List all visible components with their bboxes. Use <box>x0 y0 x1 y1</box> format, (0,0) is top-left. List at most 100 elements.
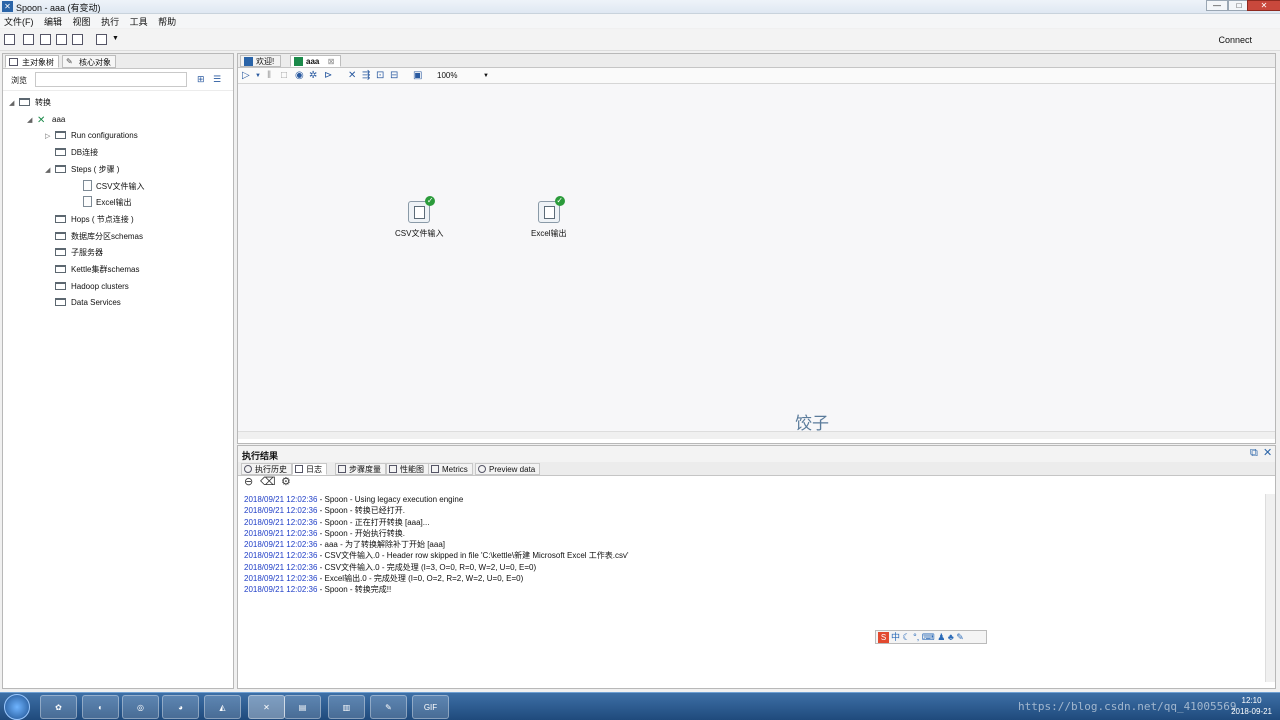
tree-node-run-configurations[interactable]: ▷ Run configurations <box>45 128 138 143</box>
explore-db-icon[interactable]: ⊟ <box>390 71 400 81</box>
explore-repository-icon[interactable] <box>40 34 51 45</box>
tab-label: 核心对象 <box>79 58 111 67</box>
menu-edit[interactable]: 编辑 <box>40 14 66 29</box>
expand-arrow-icon[interactable]: ◢ <box>27 113 37 128</box>
sql-icon[interactable]: ⊡ <box>376 71 386 81</box>
chrome-icon[interactable]: ◎ <box>122 695 159 719</box>
taskbar-app-icon[interactable]: ◐ <box>82 695 119 719</box>
vertical-scrollbar[interactable] <box>1265 494 1275 682</box>
preview-icon[interactable]: ◉ <box>295 71 305 81</box>
run-icon[interactable]: ▷ <box>242 71 252 81</box>
debug-icon[interactable]: ✲ <box>309 71 319 81</box>
tree-node-hops[interactable]: Hops ( 节点连接 ) <box>45 212 134 227</box>
menu-file[interactable]: 文件(F) <box>0 14 38 29</box>
expand-arrow-icon[interactable]: ▷ <box>45 129 55 144</box>
step-excel-output[interactable]: ✓ Excel输出 <box>531 196 567 239</box>
trash-icon[interactable]: ⌫ <box>260 477 276 488</box>
menu-run[interactable]: 执行 <box>97 14 123 29</box>
tree-node-slave-servers[interactable]: 子服务器 <box>45 245 103 260</box>
stop-icon[interactable]: □ <box>281 71 291 81</box>
minimize-button[interactable]: — <box>1206 0 1228 11</box>
pause-icon[interactable]: ‖ <box>267 71 277 81</box>
settings-icon[interactable]: ⚙ <box>281 477 292 488</box>
tree-node-hadoop-clusters[interactable]: Hadoop clusters <box>45 279 129 294</box>
tab-preview-data[interactable]: Preview data <box>475 463 541 475</box>
expand-arrow-icon[interactable]: ◢ <box>9 96 19 111</box>
tree-node-cluster-schemas[interactable]: Kettle集群schemas <box>45 262 139 277</box>
tab-main-tree[interactable]: 主对象树 <box>5 55 59 68</box>
taskbar-app-icon[interactable]: ◕ <box>162 695 199 719</box>
tab-aaa[interactable]: aaa ⊠ <box>290 55 342 67</box>
ime-keyboard-icon[interactable]: ⌨ <box>922 632 935 642</box>
log-line: 2018/09/21 12:02:36 - CSV文件输入.0 - Header… <box>244 550 629 561</box>
save-as-icon[interactable] <box>72 34 83 45</box>
ime-user-icon[interactable]: ♟ <box>937 632 945 642</box>
horizontal-scrollbar[interactable] <box>238 431 1275 439</box>
tree-node-transformations[interactable]: ◢ 转换 <box>9 95 51 110</box>
transformation-icon: ✕ <box>37 115 46 126</box>
close-button[interactable]: ✕ <box>1247 0 1280 11</box>
collapse-all-icon[interactable]: ☰ <box>213 74 221 85</box>
maximize-panel-icon[interactable]: ⧉ <box>1250 448 1261 459</box>
connect-button[interactable]: Connect <box>1218 35 1252 45</box>
expand-all-icon[interactable]: ⊞ <box>197 74 205 85</box>
zoom-select[interactable]: 100% ▼ <box>437 70 489 82</box>
tab-performance-graph[interactable]: 性能图 <box>386 463 429 475</box>
menu-view[interactable]: 视图 <box>69 14 95 29</box>
tree-node-aaa[interactable]: ◢ ✕ aaa <box>27 112 65 127</box>
replay-icon[interactable]: ⊳ <box>324 71 334 81</box>
clear-log-icon[interactable]: ⊖ <box>244 477 255 488</box>
close-tab-icon[interactable]: ⊠ <box>328 57 335 66</box>
taskbar-app-icon[interactable]: ✿ <box>40 695 77 719</box>
results-header: 执行结果 ⧉ ✕ <box>238 446 1275 462</box>
gif-recorder-icon[interactable]: GIF <box>412 695 449 719</box>
open-file-icon[interactable] <box>23 34 34 45</box>
save-icon[interactable] <box>56 34 67 45</box>
taskbar-app-icon[interactable]: ▥ <box>328 695 365 719</box>
chevron-down-icon[interactable]: ▼ <box>112 35 119 42</box>
transformation-canvas[interactable]: ✓ CSV文件输入 ✓ Excel输出 饺子 <box>238 84 1275 439</box>
log-timestamp: 2018/09/21 12:02:36 <box>244 506 318 516</box>
tab-metrics[interactable]: Metrics <box>428 463 473 475</box>
tree-node-steps[interactable]: ◢ Steps ( 步骤 ) <box>45 162 119 177</box>
taskbar-app-icon[interactable]: ◭ <box>204 695 241 719</box>
ime-tools-icon[interactable]: ✎ <box>956 632 964 642</box>
taskbar-app-icon[interactable]: ✎ <box>370 695 407 719</box>
ime-punct-icon[interactable]: °, <box>913 632 919 642</box>
kettle-icon[interactable]: ✕ <box>248 695 285 719</box>
perspective-icon[interactable] <box>96 34 107 45</box>
tree-node-data-services[interactable]: Data Services <box>45 295 121 310</box>
start-button[interactable] <box>4 694 30 720</box>
tab-step-metrics[interactable]: 步骤度量 <box>335 463 386 475</box>
tree-node-csv-input[interactable]: CSV文件输入 <box>73 179 144 194</box>
tree-node-partition-schemas[interactable]: 数据库分区schemas <box>45 229 143 244</box>
ime-mode[interactable]: 中 <box>891 632 900 642</box>
tab-core-objects[interactable]: ✎ 核心对象 <box>62 55 116 68</box>
show-results-icon[interactable]: ▣ <box>413 71 423 81</box>
tab-execution-history[interactable]: 执行历史 <box>241 463 292 475</box>
ime-skin-icon[interactable]: ♣ <box>948 632 954 642</box>
tab-log[interactable]: 日志 <box>292 463 327 475</box>
chevron-down-icon[interactable]: ▼ <box>483 70 489 82</box>
expand-arrow-icon[interactable]: ◢ <box>45 163 55 178</box>
ime-moon-icon[interactable]: ☾ <box>903 632 911 642</box>
ime-toolbar[interactable]: S中 ☾ °, ⌨ ♟ ♣ ✎ <box>875 630 987 644</box>
menu-tools[interactable]: 工具 <box>126 14 152 29</box>
tree-node-excel-output[interactable]: Excel输出 <box>73 195 132 210</box>
search-input[interactable] <box>35 72 187 87</box>
menu-help[interactable]: 帮助 <box>154 14 180 29</box>
log-timestamp: 2018/09/21 12:02:36 <box>244 585 318 595</box>
run-options-chevron-icon[interactable]: ▼ <box>255 71 265 81</box>
close-panel-icon[interactable]: ✕ <box>1263 448 1274 459</box>
tab-welcome[interactable]: 欢迎! <box>240 55 282 67</box>
explorer-icon[interactable]: ▤ <box>284 695 321 719</box>
new-file-icon[interactable] <box>4 34 15 45</box>
impact-icon[interactable]: ⇶ <box>362 71 372 81</box>
tree-icon <box>9 58 18 66</box>
log-message: - aaa - 为了转换解除补丁开始 [aaa] <box>317 540 445 550</box>
graph-icon <box>389 465 397 473</box>
step-csv-input[interactable]: ✓ CSV文件输入 <box>395 196 443 239</box>
tree-node-db-connections[interactable]: DB连接 <box>45 145 98 160</box>
system-clock[interactable]: 12:10 2018-09-21 <box>1231 695 1272 717</box>
verify-icon[interactable]: ✕ <box>348 71 358 81</box>
